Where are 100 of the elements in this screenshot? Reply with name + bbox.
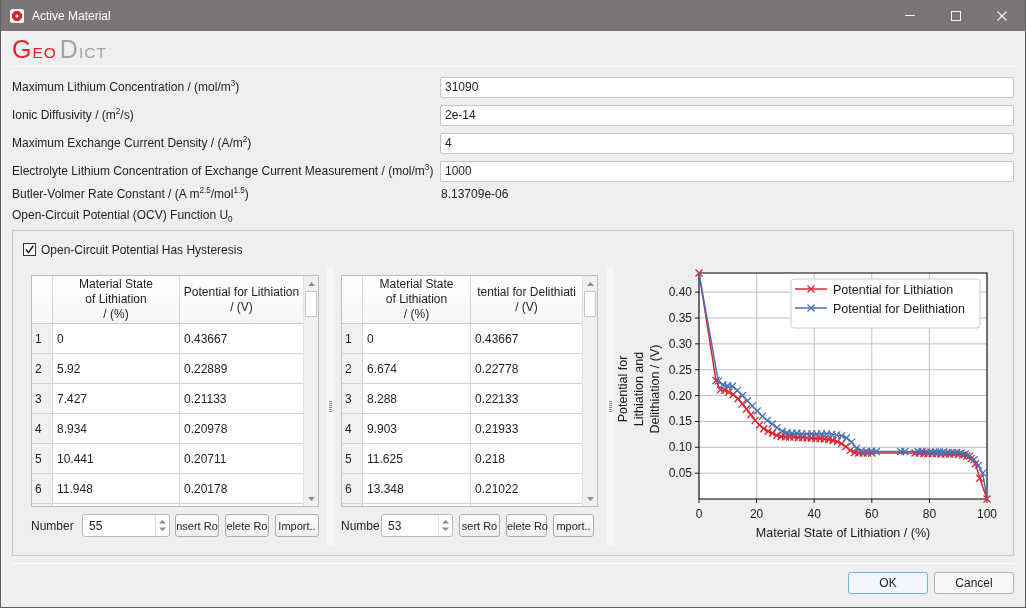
data-point: [828, 436, 838, 445]
data-point: [759, 424, 768, 433]
data-point: [758, 412, 767, 421]
data-point: [820, 434, 829, 444]
data-point: [971, 459, 980, 468]
data-point: [837, 431, 846, 441]
data-point: [783, 428, 792, 437]
data-point: [792, 429, 802, 438]
data-point: [742, 404, 751, 414]
data-point: [852, 444, 861, 453]
data-point: [847, 437, 856, 447]
number-field[interactable]: 55: [83, 515, 155, 536]
delete-row-button[interactable]: elete Ro: [225, 514, 269, 537]
spin-arrows-icon[interactable]: [438, 515, 452, 536]
legend-label: Potential for Delithiation: [833, 301, 966, 316]
table-cell: 8.288: [362, 384, 470, 413]
scrollbar[interactable]: [303, 276, 318, 506]
cancel-button[interactable]: Cancel: [934, 572, 1014, 594]
logo: GEO DICT: [12, 34, 107, 64]
data-point: [802, 429, 812, 438]
text-field[interactable]: 2e-14: [440, 104, 1014, 126]
data-point: [811, 434, 820, 443]
insert-row-button[interactable]: sert Ro: [459, 514, 500, 537]
row-number: 5: [342, 444, 362, 473]
data-point: [763, 427, 773, 436]
row-number: 2: [32, 354, 52, 383]
insert-row-button[interactable]: nsert Ro: [175, 514, 219, 537]
triangle-up-icon: [307, 281, 315, 286]
row-number: 3: [32, 384, 52, 413]
data-point: [718, 380, 728, 389]
data-point: [827, 430, 836, 439]
data-point: [778, 427, 787, 436]
data-point: [729, 390, 738, 399]
data-point: [738, 391, 747, 400]
data-point: [738, 399, 747, 408]
row-number: 4: [32, 414, 52, 443]
spin-box[interactable]: 55: [82, 514, 170, 537]
section-label: Open-Circuit Potential (OCV) Function U$_{0}$: [12, 208, 233, 222]
data-point: [872, 447, 881, 456]
data-point: [720, 386, 729, 395]
spin-arrows-icon[interactable]: [155, 515, 169, 536]
row-number: 5: [32, 444, 52, 473]
data-point: [832, 430, 841, 439]
import-button[interactable]: mport..: [553, 514, 594, 537]
checkbox-label: Open-Circuit Potential Has Hysteresis: [41, 242, 243, 257]
ok-button[interactable]: OK: [848, 572, 928, 594]
row-number: 4: [342, 414, 362, 443]
import-button[interactable]: Import..: [275, 514, 319, 537]
data-point: [768, 429, 777, 438]
data-point: [802, 433, 812, 443]
scrollbar-thumb[interactable]: [584, 291, 596, 317]
data-point: [822, 429, 831, 438]
spin-box[interactable]: 53: [381, 514, 453, 537]
text-field[interactable]: 31090: [440, 76, 1014, 98]
close-icon: [997, 10, 1007, 21]
tick-label: 0.30: [668, 336, 692, 351]
scrollbar[interactable]: [582, 276, 597, 506]
axis-title: Potential for Lithiation and Delithiation / (V): [616, 344, 662, 434]
data-point: [833, 437, 842, 446]
field-value: 8.13709e-06: [440, 187, 509, 201]
tick-label: 0.20: [668, 388, 692, 403]
table-cell: 5.92: [52, 354, 179, 383]
splitter-handle[interactable]: [607, 267, 614, 546]
delete-row-button[interactable]: elete Ro: [506, 514, 547, 537]
data-point: [975, 474, 984, 483]
data-point: [776, 432, 786, 441]
data-point: [724, 387, 734, 397]
text-field[interactable]: 1000: [440, 160, 1014, 182]
maximize-icon: [951, 10, 961, 21]
row-number: 2: [342, 354, 362, 383]
data-point: [763, 416, 772, 425]
grip-icon: [329, 401, 332, 412]
tick-label: 0: [695, 507, 703, 521]
data-point: [728, 382, 737, 391]
checkbox[interactable]: [23, 243, 36, 256]
row-number: 3: [342, 384, 362, 413]
column-header: Material State of Lithiation / (%): [362, 276, 470, 323]
legend-label: Potential for Lithiation: [833, 282, 954, 297]
data-point: [772, 423, 782, 432]
table-cell: 6.674: [362, 354, 470, 383]
triangle-down-icon: [586, 496, 594, 501]
data-point: [772, 431, 781, 440]
tick-label: 0.15: [668, 414, 692, 429]
triangle-down-icon: [307, 496, 315, 501]
data-point: [850, 448, 859, 457]
data-point: [841, 442, 851, 451]
data-point: [743, 396, 752, 405]
data-point: [807, 433, 816, 443]
table-cell: 0: [362, 324, 470, 353]
data-point: [733, 386, 742, 395]
splitter-handle[interactable]: [327, 267, 334, 546]
data-point: [753, 406, 762, 416]
text-field[interactable]: 4: [440, 132, 1014, 154]
data-point: [967, 454, 976, 463]
data-point: [815, 434, 825, 443]
axis-title: Material State of Lithiation / (%): [755, 526, 931, 540]
scrollbar-thumb[interactable]: [305, 291, 317, 317]
number-field[interactable]: 53: [382, 515, 438, 536]
field-label: Electrolyte Lithium Concentration of Exchange Current Measurement / (mol/m$^{3}$): [12, 164, 434, 178]
field-label: Maximum Exchange Current Density / (A/m$^{2}$): [12, 136, 252, 150]
